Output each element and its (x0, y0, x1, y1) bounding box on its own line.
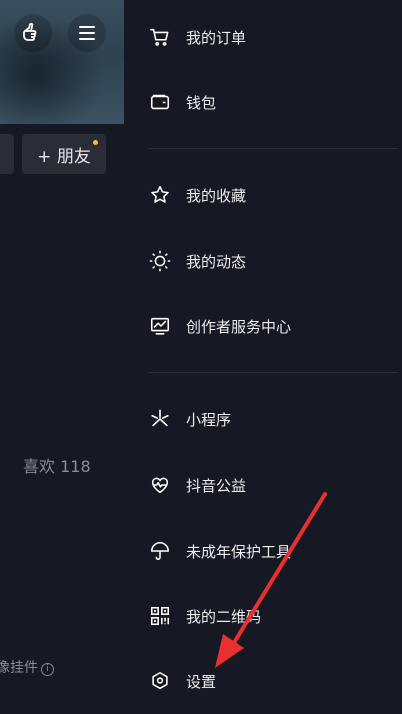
chart-icon (148, 314, 172, 338)
info-icon: i (41, 663, 54, 676)
menu-item-charity[interactable]: 抖音公益 (124, 452, 402, 518)
sun-icon (148, 249, 172, 273)
menu-item-mini-programs[interactable]: 小程序 (124, 386, 402, 452)
settings-icon (148, 669, 172, 693)
menu-item-creator-center[interactable]: 创作者服务中心 (124, 293, 402, 359)
cart-icon (148, 25, 172, 49)
likes-tab[interactable]: 喜欢 118 (23, 453, 91, 477)
wallet-icon (148, 90, 172, 114)
divider (148, 148, 398, 149)
edit-profile-button[interactable] (0, 134, 14, 174)
notification-dot (93, 140, 98, 145)
hand-pointer-icon (23, 22, 37, 41)
mini-program-icon (148, 407, 172, 431)
heart-pulse-icon (148, 473, 172, 497)
umbrella-icon (148, 539, 172, 563)
divider (148, 372, 398, 373)
menu-item-my-orders[interactable]: 我的订单 (124, 4, 402, 70)
widget-label: 像挂件 i (0, 657, 54, 676)
hand-pointer-button[interactable] (14, 14, 52, 52)
profile-page-background: + 朋友 喜欢 118 像挂件 i (0, 0, 124, 676)
add-friend-button[interactable]: + 朋友 (22, 134, 106, 174)
menu-item-favorites[interactable]: 我的收藏 (124, 162, 402, 228)
hamburger-menu-icon (79, 26, 95, 40)
menu-button[interactable] (68, 14, 106, 52)
menu-item-settings[interactable]: 设置 (124, 648, 402, 714)
menu-item-wallet[interactable]: 钱包 (124, 69, 402, 135)
menu-item-activity[interactable]: 我的动态 (124, 228, 402, 294)
side-drawer: 我的订单 钱包 我的收藏 我的动态 创作者服务中心 小程序 抖音公益 未成年保护… (124, 0, 402, 691)
star-icon (148, 183, 172, 207)
qr-code-icon (148, 604, 172, 628)
menu-item-minor-protection[interactable]: 未成年保护工具 (124, 518, 402, 584)
menu-item-qr-code[interactable]: 我的二维码 (124, 583, 402, 649)
